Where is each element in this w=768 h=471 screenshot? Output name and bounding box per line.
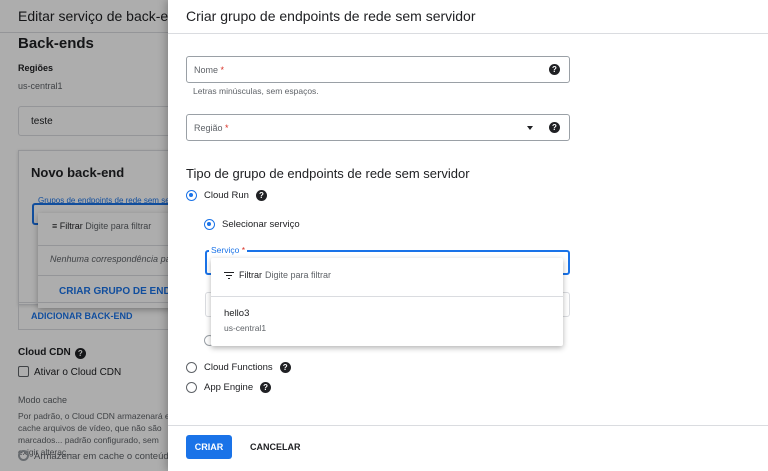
filter-label: Filtrar [239, 270, 262, 280]
service-dropdown-menu: Filtrar Digite para filtrar hello3 us-ce… [211, 258, 563, 346]
name-label-text: Nome [194, 65, 219, 75]
create-neg-panel: Criar grupo de endpoints de rede sem ser… [168, 0, 768, 471]
create-button[interactable]: CRIAR [186, 435, 232, 459]
help-icon[interactable]: ? [255, 190, 267, 201]
help-icon[interactable]: ? [549, 64, 560, 75]
region-select[interactable]: Região * ? [186, 114, 570, 141]
service-option[interactable]: hello3 us-central1 [211, 297, 563, 345]
radio-cloud-functions-label: Cloud Functions [204, 362, 273, 373]
service-option-region: us-central1 [224, 323, 267, 333]
radio-icon [186, 382, 197, 393]
service-field-label: Serviço * [209, 245, 248, 255]
cancel-button[interactable]: CANCELAR [242, 435, 309, 459]
radio-app-engine[interactable]: App Engine ? [186, 382, 272, 393]
help-icon[interactable]: ? [549, 122, 560, 133]
neg-type-title: Tipo de grupo de endpoints de rede sem s… [186, 166, 470, 181]
radio-icon [186, 190, 197, 201]
service-option-name: hello3 [224, 308, 250, 319]
radio-select-service-label: Selecionar serviço [222, 219, 300, 230]
radio-app-engine-label: App Engine [204, 382, 254, 393]
radio-cloud-run[interactable]: Cloud Run ? [186, 190, 267, 201]
name-field-label: Nome * [194, 65, 224, 75]
help-icon[interactable]: ? [279, 362, 291, 373]
required-marker: * [220, 65, 225, 75]
radio-cloud-functions[interactable]: Cloud Functions ? [186, 362, 291, 373]
dropdown-arrow-icon [527, 126, 533, 130]
filter-placeholder: Digite para filtrar [265, 270, 332, 280]
region-label-text: Região [194, 123, 223, 133]
region-field-label: Região * [194, 123, 229, 133]
service-filter-input[interactable]: Filtrar Digite para filtrar [224, 270, 331, 280]
required-marker: * [241, 245, 246, 255]
filter-icon [224, 271, 234, 279]
panel-header: Criar grupo de endpoints de rede sem ser… [168, 0, 768, 34]
panel-title: Criar grupo de endpoints de rede sem ser… [186, 8, 476, 24]
radio-icon [204, 219, 215, 230]
radio-select-service[interactable]: Selecionar serviço [204, 219, 300, 230]
required-marker: * [225, 123, 229, 133]
name-field-hint: Letras minúsculas, sem espaços. [193, 86, 319, 96]
name-field[interactable]: Nome * ? [186, 56, 570, 83]
panel-footer: CRIAR CANCELAR [168, 425, 768, 471]
service-label-text: Serviço [211, 245, 240, 255]
radio-cloud-run-label: Cloud Run [204, 190, 249, 201]
help-icon[interactable]: ? [260, 382, 272, 393]
radio-icon [186, 362, 197, 373]
